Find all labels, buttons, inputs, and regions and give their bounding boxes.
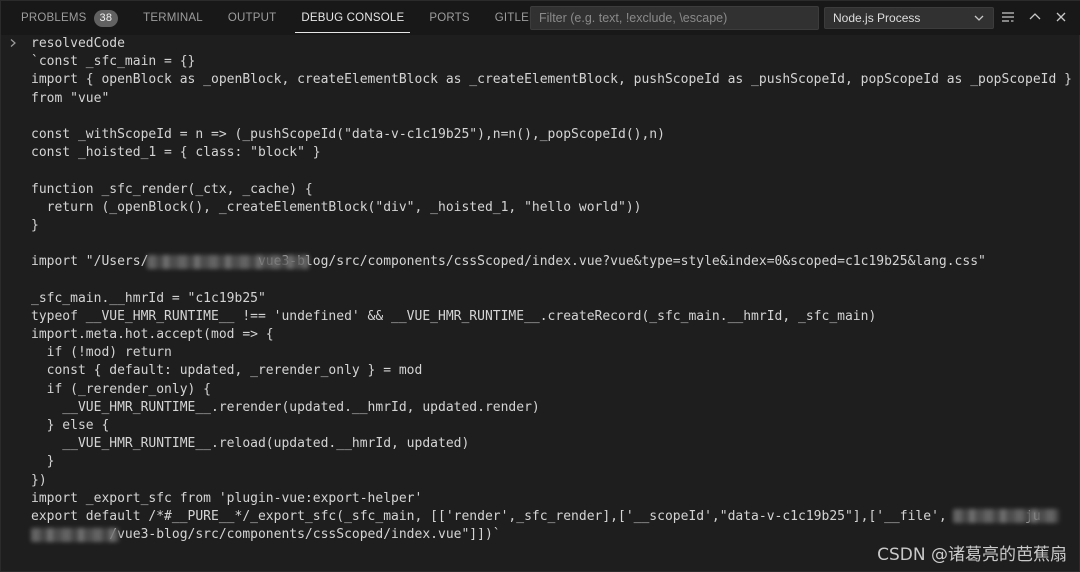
- tab-terminal[interactable]: TERMINAL: [135, 1, 211, 35]
- tab-debug-console[interactable]: DEBUG CONSOLE: [293, 1, 412, 35]
- process-select[interactable]: Node.js Process: [824, 7, 994, 29]
- console-line: const { default: updated, _rerender_only…: [31, 363, 423, 379]
- chevron-right-icon[interactable]: [8, 38, 18, 48]
- tab-label: PORTS: [429, 12, 470, 24]
- word-wrap-icon[interactable]: [1000, 9, 1016, 25]
- console-line: __VUE_HMR_RUNTIME__.reload(updated.__hmr…: [31, 436, 470, 452]
- debug-panel: PROBLEMS 38 TERMINAL OUTPUT DEBUG CONSOL…: [0, 0, 1080, 572]
- chevron-down-icon: [974, 15, 984, 21]
- console-line: _sfc_main.__hmrId = "c1c19b25": [31, 290, 266, 306]
- console-line: }: [31, 454, 55, 470]
- console-line: const _hoisted_1 = { class: "block" }: [31, 145, 321, 161]
- console-line: if (!mod) return: [31, 345, 172, 361]
- tab-ports[interactable]: PORTS: [421, 1, 477, 35]
- console-line: typeof __VUE_HMR_RUNTIME__ !== 'undefine…: [31, 308, 877, 324]
- panel-tabs: PROBLEMS 38 TERMINAL OUTPUT DEBUG CONSOL…: [1, 1, 562, 35]
- console-line: __VUE_HMR_RUNTIME__.rerender(updated.__h…: [31, 399, 540, 415]
- tab-label: OUTPUT: [227, 12, 277, 24]
- console-line: `const _sfc_main = {}: [31, 54, 196, 70]
- console-line: import.meta.hot.accept(mod => {: [31, 327, 274, 342]
- console-line: import _export_sfc from 'plugin-vue:expo…: [31, 490, 423, 506]
- tab-problems[interactable]: PROBLEMS 38: [13, 1, 126, 35]
- redacted-path-2: [953, 509, 1059, 523]
- tab-label: TERMINAL: [143, 12, 203, 24]
- problems-count-badge: 38: [93, 9, 119, 27]
- tab-label: DEBUG CONSOLE: [301, 12, 405, 24]
- console-line: return (_openBlock(), _createElementBloc…: [31, 199, 642, 215]
- console-filter-input[interactable]: [530, 6, 819, 30]
- panel-header: PROBLEMS 38 TERMINAL OUTPUT DEBUG CONSOL…: [1, 1, 1080, 35]
- console-line: }): [31, 472, 47, 488]
- console-line: resolvedCode: [31, 36, 125, 51]
- console-line: }: [31, 217, 39, 233]
- console-line: import { openBlock as _openBlock, create…: [31, 72, 1072, 88]
- watermark: CSDN @诸葛亮的芭蕉扇: [877, 545, 1067, 565]
- close-icon[interactable]: [1053, 9, 1069, 25]
- tab-label: PROBLEMS: [21, 12, 87, 24]
- process-select-value: Node.js Process: [833, 11, 921, 25]
- console-line: const _withScopeId = n => (_pushScopeId(…: [31, 126, 665, 142]
- debug-console-output[interactable]: resolvedCode `const _sfc_main = {} impor…: [1, 35, 1080, 572]
- chevron-up-icon[interactable]: [1027, 9, 1043, 25]
- redacted-path-1: [147, 255, 309, 269]
- console-line: function _sfc_render(_ctx, _cache) {: [31, 181, 313, 197]
- console-line: } else {: [31, 417, 110, 433]
- console-line: export default /*#__PURE__*/_export_sfc(…: [31, 508, 1041, 524]
- console-lines: resolvedCode `const _sfc_main = {} impor…: [31, 35, 1072, 544]
- console-line: if (_rerender_only) {: [31, 381, 212, 397]
- console-line: from "vue": [31, 90, 110, 106]
- tab-output[interactable]: OUTPUT: [220, 1, 284, 35]
- redacted-path-3: [31, 528, 119, 542]
